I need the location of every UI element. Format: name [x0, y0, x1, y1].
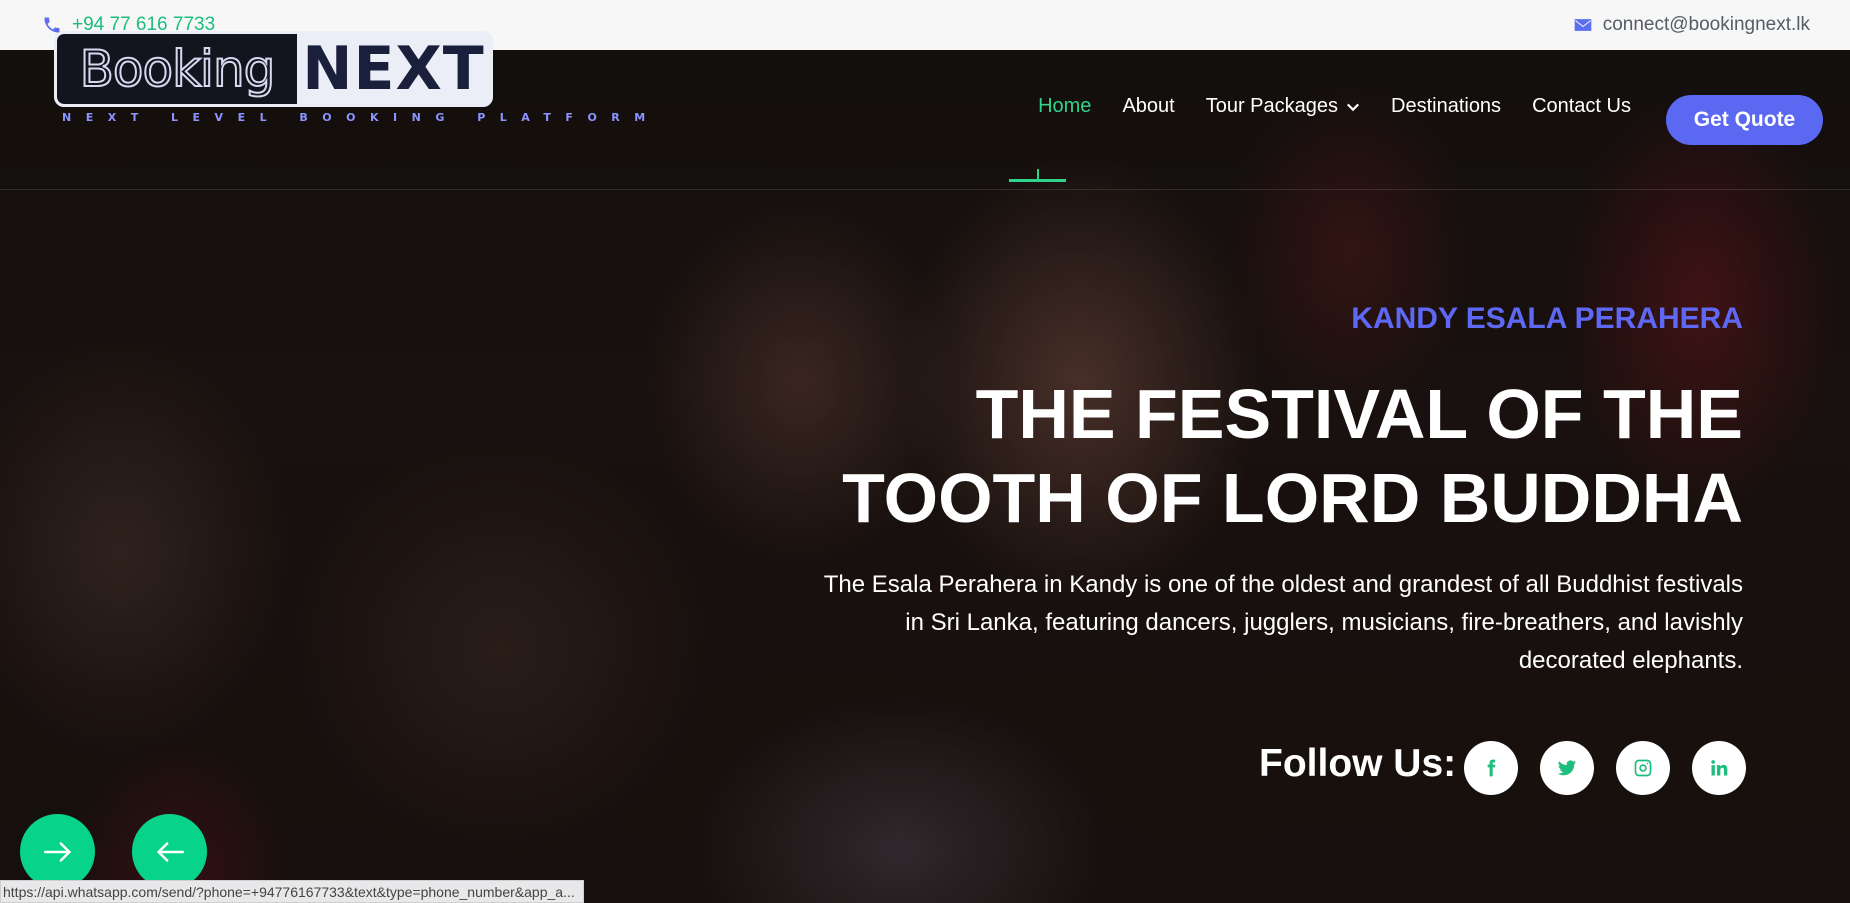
nav-about[interactable]: About: [1122, 95, 1174, 118]
instagram-button[interactable]: [1616, 741, 1670, 795]
logo-tagline: NEXT LEVEL BOOKING PLATFORM: [62, 111, 660, 124]
hero-kicker: KANDY ESALA PERAHERA: [1351, 302, 1743, 335]
nav-active-indicator: [1009, 169, 1066, 182]
logo-next-text: NEXT: [302, 34, 485, 104]
slider-prev-button[interactable]: [132, 814, 207, 889]
nav-contact-us[interactable]: Contact Us: [1532, 95, 1631, 118]
logo-booking-text: Booking: [79, 39, 277, 99]
arrow-left-icon: [156, 841, 184, 862]
logo-right-panel: NEXT: [297, 34, 490, 104]
logo-left-panel: Booking: [57, 34, 297, 104]
email-address[interactable]: connect@bookingnext.lk: [1603, 14, 1810, 36]
email-link[interactable]: connect@bookingnext.lk: [1573, 14, 1810, 36]
facebook-button[interactable]: [1464, 741, 1518, 795]
linkedin-icon: [1711, 760, 1728, 776]
nav-contact-label: Contact Us: [1532, 95, 1631, 117]
nav-destinations-label: Destinations: [1391, 95, 1502, 117]
arrow-right-icon: [43, 841, 71, 862]
chevron-down-icon: [1346, 103, 1360, 111]
slider-next-button[interactable]: [20, 814, 95, 889]
nav-home[interactable]: Home: [1038, 95, 1091, 118]
site-logo[interactable]: Booking NEXT NEXT LEVEL BOOKING PLATFORM: [54, 31, 660, 126]
nav-destinations[interactable]: Destinations: [1391, 95, 1501, 118]
facebook-icon: [1487, 759, 1496, 777]
hero-headline: THE FESTIVAL OF THE TOOTH OF LORD BUDDHA: [743, 372, 1743, 540]
hero-headline-line2: TOOTH OF LORD BUDDHA: [842, 459, 1743, 537]
nav-about-label: About: [1122, 95, 1175, 117]
follow-us-label: Follow Us:: [1259, 742, 1457, 785]
hero-headline-line1: THE FESTIVAL OF THE: [975, 375, 1743, 453]
main-nav: Home About Tour Packages Destinations Co…: [1038, 95, 1631, 118]
nav-tour-packages-label: Tour Packages: [1205, 95, 1338, 117]
hero-description: The Esala Perahera in Kandy is one of th…: [823, 571, 1743, 674]
twitter-button[interactable]: [1540, 741, 1594, 795]
get-quote-button[interactable]: Get Quote: [1666, 95, 1823, 145]
header-divider: [0, 189, 1850, 190]
nav-tour-packages[interactable]: Tour Packages: [1206, 95, 1360, 118]
browser-status-url: https://api.whatsapp.com/send/?phone=+94…: [0, 880, 584, 903]
twitter-icon: [1557, 760, 1577, 776]
linkedin-button[interactable]: [1692, 741, 1746, 795]
social-links: [1464, 741, 1746, 795]
nav-home-label: Home: [1038, 95, 1092, 117]
instagram-icon: [1634, 759, 1652, 777]
logo-box: Booking NEXT: [54, 31, 493, 107]
envelope-icon: [1574, 19, 1592, 31]
